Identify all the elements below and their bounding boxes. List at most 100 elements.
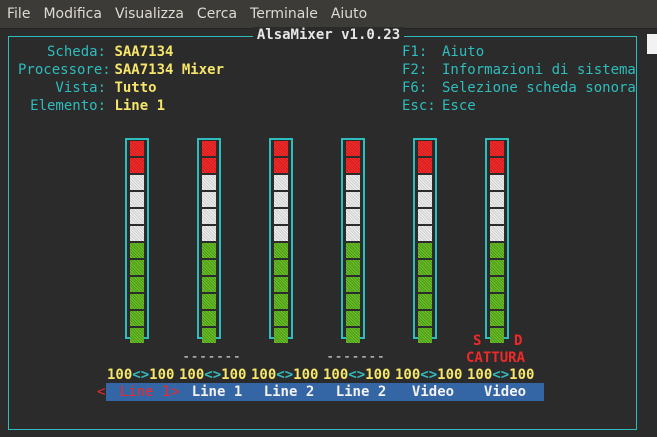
- meter-segment: [202, 294, 216, 309]
- key-f2-desc: Informazioni di sistema: [442, 62, 636, 78]
- meter-segment: [418, 192, 432, 207]
- stereo-link-icon: <>: [492, 367, 510, 383]
- capture-right-flag[interactable]: D: [514, 332, 522, 350]
- selection-arrow-left: <: [97, 384, 106, 400]
- meter-segment: [418, 294, 432, 309]
- meter-segment: [418, 311, 432, 326]
- menu-file[interactable]: File: [0, 0, 36, 28]
- meter-segment: [346, 192, 360, 207]
- meter-segment: [202, 175, 216, 190]
- meter-segment: [346, 260, 360, 275]
- meter-segment: [346, 311, 360, 326]
- meter-segment: [346, 141, 360, 156]
- meter-segment: [490, 243, 504, 258]
- channel-values: 100<>100: [179, 367, 246, 383]
- key-help-f6: F6: Selezione scheda sonora: [402, 79, 636, 97]
- meter-segment: [130, 141, 144, 156]
- meter-segment: [202, 311, 216, 326]
- meter-segment: [274, 141, 288, 156]
- left-volume: 100: [323, 367, 349, 383]
- item-value: Line 1: [114, 98, 166, 114]
- volume-meter-6[interactable]: [485, 138, 509, 343]
- meter-segment: [130, 277, 144, 292]
- channel-values: 100<>100: [395, 367, 462, 383]
- left-volume: 100: [467, 367, 493, 383]
- meter-segment: [490, 226, 504, 241]
- meter-segment: [202, 226, 216, 241]
- meter-segment: [418, 209, 432, 224]
- meter-segment: [274, 209, 288, 224]
- meter-segment: [490, 158, 504, 173]
- menu-modifica[interactable]: Modifica: [36, 0, 108, 28]
- stereo-link-icon: <>: [276, 367, 294, 383]
- menubar: File Modifica Visualizza Cerca Terminale…: [0, 0, 657, 29]
- menu-cerca[interactable]: Cerca: [190, 0, 243, 28]
- menu-terminale[interactable]: Terminale: [243, 0, 324, 28]
- meter-segment: [202, 158, 216, 173]
- right-volume: 100: [293, 367, 319, 383]
- meter-segment: [130, 260, 144, 275]
- meter-segment: [130, 209, 144, 224]
- meter-segment: [274, 243, 288, 258]
- stereo-link-icon: <>: [132, 367, 150, 383]
- meter-segment: [490, 209, 504, 224]
- card-label: Scheda:: [46, 44, 106, 60]
- capture-left-flag[interactable]: S: [473, 332, 481, 350]
- channel-values: 100<>100: [251, 367, 318, 383]
- meter-segment: [346, 294, 360, 309]
- channel-label[interactable]: Line 1: [178, 383, 256, 401]
- meter-segment: [418, 260, 432, 275]
- key-esc: Esc:: [402, 98, 436, 114]
- key-help: F1: Aiuto F2: Informazioni di sistema F6: S…: [402, 43, 636, 115]
- menu-visualizza[interactable]: Visualizza: [108, 0, 190, 28]
- right-volume: 100: [437, 367, 463, 383]
- meter-segment: [418, 158, 432, 173]
- menu-aiuto[interactable]: Aiuto: [324, 0, 373, 28]
- scrollbar-thumb[interactable]: [647, 34, 657, 54]
- terminal-area[interactable]: AlsaMixer v1.0.23 Scheda: SAA7134 Proces…: [0, 27, 657, 437]
- volume-meter-5[interactable]: [413, 138, 437, 343]
- volume-meter-3[interactable]: [269, 138, 293, 343]
- meter-segment: [418, 277, 432, 292]
- stereo-link-icon: <>: [204, 367, 222, 383]
- channel-label[interactable]: Video: [466, 383, 544, 401]
- volume-meter-4[interactable]: [341, 138, 365, 343]
- left-volume: 100: [179, 367, 205, 383]
- channel-label[interactable]: Line 2: [250, 383, 328, 401]
- left-volume: 100: [107, 367, 133, 383]
- stereo-link-icon: <>: [420, 367, 438, 383]
- stereo-link-icon: <>: [348, 367, 366, 383]
- meter-segment: [202, 243, 216, 258]
- view-label: Vista:: [55, 80, 106, 96]
- info-panel: Scheda: SAA7134 Processore: SAA7134 Mixe…: [18, 43, 224, 115]
- meter-segment: [202, 328, 216, 343]
- chip-label: Processore:: [18, 62, 111, 78]
- meter-segment: [130, 328, 144, 343]
- key-f1: F1:: [402, 44, 428, 60]
- info-row-view: Vista: Tutto: [18, 79, 224, 97]
- meter-segment: [274, 158, 288, 173]
- meter-segment: [490, 192, 504, 207]
- meter-segment: [274, 277, 288, 292]
- meter-segment: [346, 226, 360, 241]
- key-help-f1: F1: Aiuto: [402, 43, 636, 61]
- meter-segment: [418, 328, 432, 343]
- meter-segment: [202, 277, 216, 292]
- mixer-title: AlsaMixer v1.0.23: [252, 27, 405, 43]
- view-value: Tutto: [114, 80, 157, 96]
- meter-segment: [490, 294, 504, 309]
- meter-segment: [490, 175, 504, 190]
- channel-values: 100<>100: [107, 367, 174, 383]
- meter-segment: [202, 260, 216, 275]
- meter-segment: [418, 243, 432, 258]
- volume-meter-1[interactable]: [125, 138, 149, 343]
- meter-segment: [274, 260, 288, 275]
- meter-segment: [346, 277, 360, 292]
- right-volume: 100: [149, 367, 175, 383]
- right-volume: 100: [509, 367, 535, 383]
- channel-label[interactable]: Line 2: [322, 383, 400, 401]
- capture-label: CATTURA: [466, 350, 526, 366]
- channel-mark: -------: [326, 349, 386, 365]
- volume-meter-2[interactable]: [197, 138, 221, 343]
- channel-label[interactable]: Video: [394, 383, 472, 401]
